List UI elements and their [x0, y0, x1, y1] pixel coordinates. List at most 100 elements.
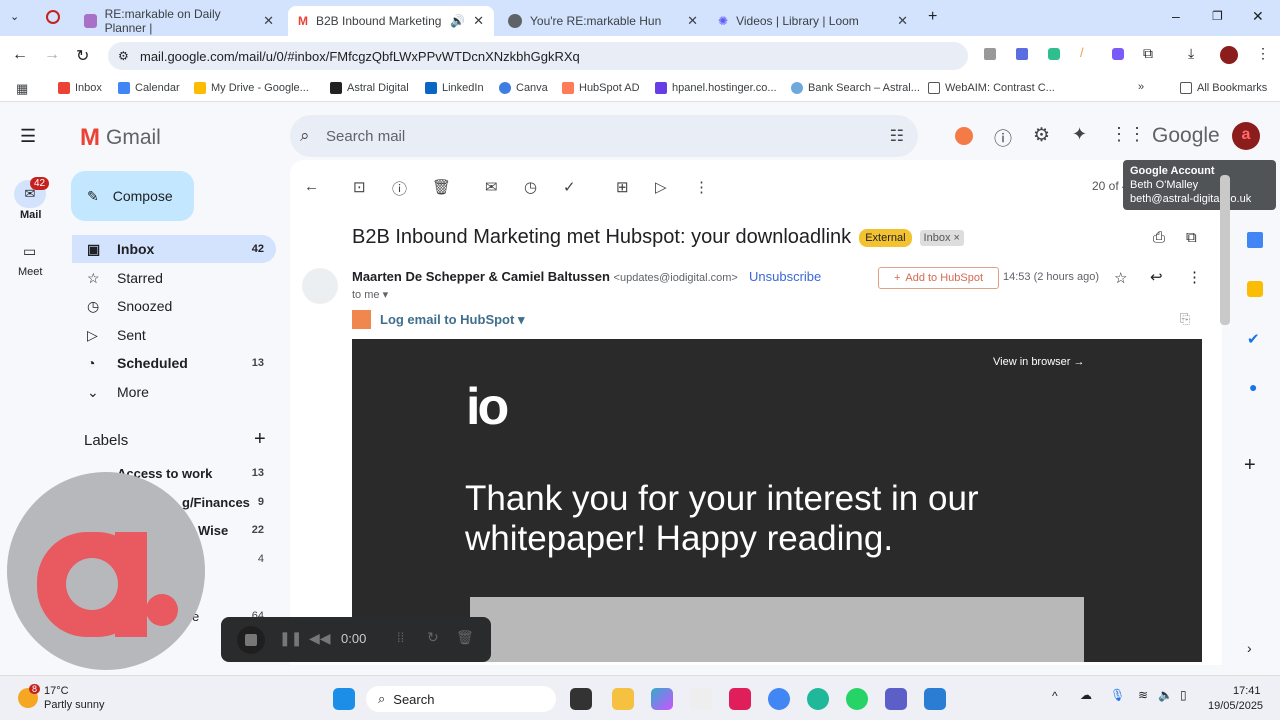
download-icon[interactable]: ⤓ — [1188, 45, 1194, 62]
label-icon[interactable]: ▷ — [655, 178, 667, 196]
more-bookmarks-icon[interactable]: » — [1138, 81, 1144, 93]
close-tab-icon[interactable]: ✕ — [897, 13, 908, 29]
search-input[interactable]: ⌕ Search mail ☷ — [290, 115, 918, 157]
new-tab-button[interactable]: + — [928, 8, 937, 26]
contacts-icon[interactable]: ● — [1249, 379, 1257, 395]
teams-icon[interactable] — [885, 688, 907, 710]
main-menu-icon[interactable]: ☰ — [20, 126, 36, 147]
bookmark-calendar[interactable]: Calendar — [118, 82, 180, 94]
help-icon[interactable]: ⓘ — [994, 125, 1012, 151]
open-new-window-icon[interactable]: ⧉ — [1186, 229, 1197, 246]
restart-icon[interactable]: ↻ — [427, 629, 439, 646]
close-tab-icon[interactable]: ✕ — [473, 13, 484, 29]
move-to-icon[interactable]: ⊞ — [616, 178, 629, 196]
extension-pen-icon[interactable]: / — [1080, 45, 1084, 60]
nav-inbox[interactable]: ▣ Inbox 42 — [72, 235, 276, 263]
compose-button[interactable]: ✎ Compose — [71, 171, 194, 221]
task-view-icon[interactable] — [570, 688, 592, 710]
extension-camera-icon[interactable] — [984, 48, 996, 60]
app-icon[interactable] — [807, 688, 829, 710]
apps-grid-icon[interactable]: ▦ — [16, 81, 28, 97]
settings-gear-icon[interactable]: ⚙ — [1033, 124, 1050, 147]
add-label-button[interactable]: + — [254, 428, 266, 451]
copilot-icon[interactable] — [651, 688, 673, 710]
mark-unread-icon[interactable]: ✉ — [485, 178, 498, 196]
webcam-bubble[interactable] — [7, 472, 205, 670]
more-icon[interactable]: ⋮ — [1187, 268, 1202, 286]
tab-loom[interactable]: ✺ Videos | Library | Loom ✕ — [708, 6, 918, 36]
gmail-logo[interactable]: M Gmail — [80, 124, 161, 152]
minimize-button[interactable]: – — [1172, 8, 1180, 24]
reload-button[interactable]: ↻ — [76, 46, 89, 66]
profile-avatar[interactable] — [1220, 46, 1238, 64]
snooze-icon[interactable]: ◷ — [524, 178, 537, 196]
nav-starred[interactable]: ☆ Starred — [72, 264, 276, 292]
chrome-icon[interactable] — [768, 688, 790, 710]
rail-meet-label[interactable]: Meet — [18, 266, 42, 278]
speaker-icon[interactable]: 🔊 — [450, 14, 465, 28]
get-addons-icon[interactable]: + — [1244, 454, 1256, 477]
nav-snoozed[interactable]: ◷ Snoozed — [72, 292, 276, 320]
bookmark-webaim[interactable]: WebAIM: Contrast C... — [928, 82, 1055, 94]
close-tab-icon[interactable]: ✕ — [687, 13, 698, 29]
close-tab-icon[interactable]: ✕ — [263, 13, 274, 29]
extension-loom-icon[interactable] — [1112, 48, 1124, 60]
archive-icon[interactable]: ⊡ — [353, 178, 366, 196]
site-info-icon[interactable]: ⚙ — [118, 49, 129, 63]
app-icon[interactable] — [924, 688, 946, 710]
delete-recording-icon[interactable]: 🗑 — [456, 629, 474, 646]
onedrive-icon[interactable]: ☁ — [1080, 688, 1092, 702]
wifi-icon[interactable]: ≋ — [1138, 688, 1148, 702]
extension-icon[interactable] — [1048, 48, 1060, 60]
close-window-button[interactable]: ✕ — [1252, 8, 1264, 25]
apps-grid-icon[interactable]: ⋮⋮ — [1110, 124, 1146, 145]
add-task-icon[interactable]: ✓ — [563, 178, 576, 196]
more-actions-icon[interactable]: ⋮ — [694, 178, 709, 196]
bookmark-linkedin[interactable]: LinkedIn — [425, 82, 484, 94]
restore-button[interactable]: ❐ — [1212, 9, 1223, 23]
view-in-browser-link[interactable]: View in browser → — [993, 356, 1085, 368]
google-account-avatar[interactable]: a — [1232, 122, 1260, 150]
video-icon[interactable]: ▭ — [23, 243, 36, 260]
forward-button[interactable]: → — [44, 46, 60, 64]
search-options-icon[interactable]: ☷ — [890, 126, 904, 146]
gemini-sparkle-icon[interactable]: ✦ — [1072, 124, 1087, 145]
bookmark-bank-search[interactable]: Bank Search – Astral... — [791, 82, 920, 94]
whatsapp-icon[interactable] — [846, 688, 868, 710]
tab-remarkable[interactable]: RE:markable on Daily Planner | ✕ — [74, 6, 284, 36]
all-bookmarks[interactable]: All Bookmarks — [1180, 82, 1267, 94]
nav-scheduled[interactable]: ◔ Scheduled 13 — [72, 349, 276, 377]
bookmark-inbox[interactable]: Inbox — [58, 82, 102, 94]
menu-icon[interactable]: ⋮ — [1256, 45, 1270, 62]
clock-time[interactable]: 17:41 — [1233, 685, 1261, 697]
drag-handle-icon[interactable]: ⁞⁞ — [397, 630, 404, 645]
windows-start-icon[interactable] — [333, 688, 355, 710]
clock-date[interactable]: 19/05/2025 — [1208, 700, 1263, 712]
tasks-icon[interactable]: ✔ — [1247, 330, 1260, 348]
star-icon[interactable]: ☆ — [1114, 269, 1127, 287]
bookmark-astral[interactable]: Astral Digital — [330, 82, 409, 94]
delete-icon[interactable]: 🗑 — [432, 178, 451, 196]
nav-more[interactable]: ⌄ More — [72, 378, 276, 406]
extensions-puzzle-icon[interactable]: ⧉ — [1143, 45, 1153, 62]
bookmark-hostinger[interactable]: hpanel.hostinger.co... — [655, 82, 777, 94]
stop-recording-button[interactable] — [237, 626, 265, 654]
scrollbar[interactable] — [1220, 175, 1230, 325]
pause-icon[interactable]: ❚❚ — [279, 630, 302, 647]
log-email-hubspot[interactable]: Log email to HubSpot ▾ — [380, 312, 524, 328]
volume-icon[interactable]: 🔈 — [1158, 688, 1173, 702]
show-hidden-icons[interactable]: ^ — [1052, 689, 1058, 703]
nav-sent[interactable]: ▷ Sent — [72, 321, 276, 349]
tab-gmail[interactable]: M B2B Inbound Marketing me 🔊 ✕ — [288, 6, 494, 36]
bookmark-drive[interactable]: My Drive - Google... — [194, 82, 309, 94]
record-icon[interactable] — [46, 10, 60, 24]
battery-icon[interactable]: ▯ — [1180, 688, 1187, 702]
inbox-tag[interactable]: Inbox × — [919, 229, 964, 246]
calendar-icon[interactable] — [1247, 232, 1263, 248]
back-to-inbox-button[interactable]: ← — [304, 178, 319, 195]
add-to-hubspot-button[interactable]: + Add to HubSpot — [878, 267, 999, 289]
extension-icon[interactable] — [1016, 48, 1028, 60]
remove-label-icon[interactable]: × — [954, 232, 960, 244]
hide-side-panel-icon[interactable]: › — [1247, 640, 1252, 656]
print-icon[interactable]: ⎙ — [1153, 229, 1165, 246]
